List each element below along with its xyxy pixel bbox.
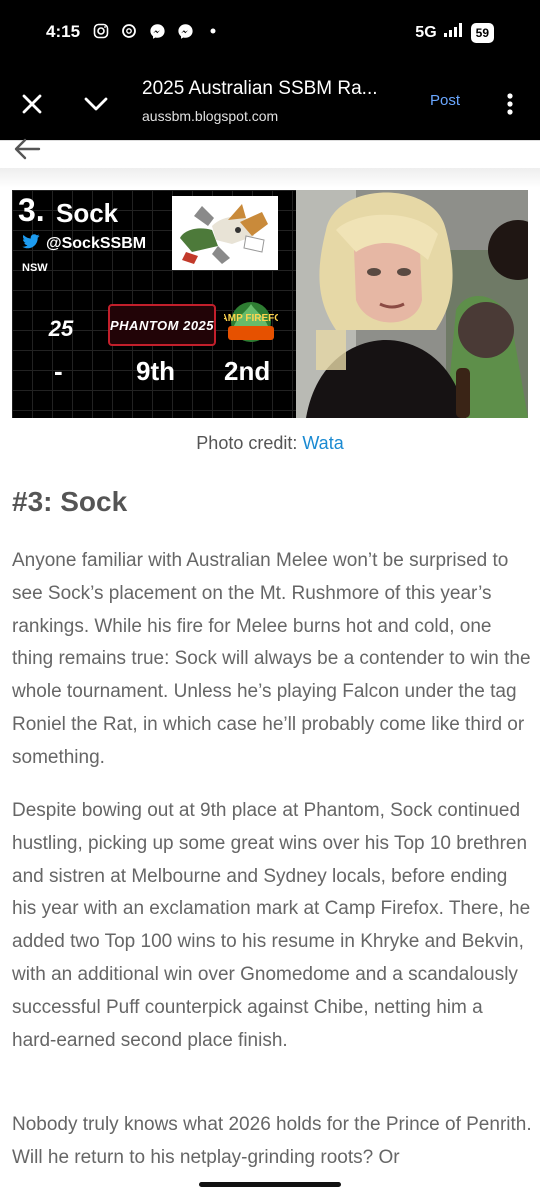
more-options-icon[interactable] (500, 90, 520, 118)
player-name: Sock (56, 198, 119, 228)
article-paragraph: Anyone familiar with Australian Melee wo… (12, 550, 531, 768)
event-logo-25: 25 (48, 316, 74, 341)
status-right: 5G 59 (415, 22, 494, 43)
messenger-icon (148, 22, 166, 40)
photo-credit: Photo credit: Wata (0, 433, 540, 454)
dot-icon (204, 22, 222, 40)
twitter-handle: @SockSSBM (46, 235, 147, 252)
chevron-down-icon[interactable] (82, 90, 110, 118)
battery-level: 59 (470, 22, 494, 43)
twitter-bird-icon (22, 234, 40, 254)
back-arrow-icon[interactable] (12, 136, 42, 162)
twitter-tag: @SockSSBM (22, 234, 146, 254)
placing-event-1: - (54, 356, 63, 386)
gesture-nav-bar (0, 1168, 540, 1200)
divider (0, 140, 540, 141)
signal-icon (443, 22, 465, 43)
article-heading: #3: Sock (12, 486, 128, 517)
threads-icon (120, 22, 138, 40)
photo-credit-text: Photo credit: (196, 433, 303, 453)
home-gesture-handle[interactable] (199, 1182, 341, 1187)
browser-toolbar: 2025 Australian SSBM Ra... aussbm.blogsp… (0, 68, 540, 140)
article-paragraph: Despite bowing out at 9th place at Phant… (12, 800, 531, 1051)
network-label: 5G (415, 23, 437, 41)
scroll-shadow (0, 168, 540, 188)
status-bar: 4:15 5G 59 (0, 0, 540, 68)
fox-character-art (172, 196, 278, 270)
rank-number: 3. (18, 192, 45, 228)
messenger-icon (176, 22, 194, 40)
event-logo-phantom: PHANTOM 2025 (108, 304, 216, 346)
page-url: aussbm.blogspot.com (142, 108, 279, 124)
instagram-icon (92, 22, 110, 40)
article-paragraph: Nobody truly knows what 2026 holds for t… (12, 1114, 532, 1168)
page-title: 2025 Australian SSBM Ra... (142, 78, 378, 99)
post-button[interactable]: Post (430, 92, 460, 109)
placing-event-3: 2nd (224, 356, 271, 386)
close-icon[interactable] (18, 90, 46, 118)
notification-icons (92, 22, 222, 40)
player-photo (296, 190, 528, 418)
player-banner-image: 3. Sock @SockSSBM NSW 25 PHANTOM 2025 CA… (12, 190, 528, 418)
status-time: 4:15 (46, 22, 81, 41)
placing-event-2: 9th (136, 356, 175, 386)
region-label: NSW (22, 262, 48, 274)
photo-credit-link[interactable]: Wata (302, 433, 343, 453)
camp-firefox-logo-word1: CAMP FIREFOX (224, 313, 278, 324)
event-logo-camp-firefox: CAMP FIREFOX (213, 300, 289, 348)
